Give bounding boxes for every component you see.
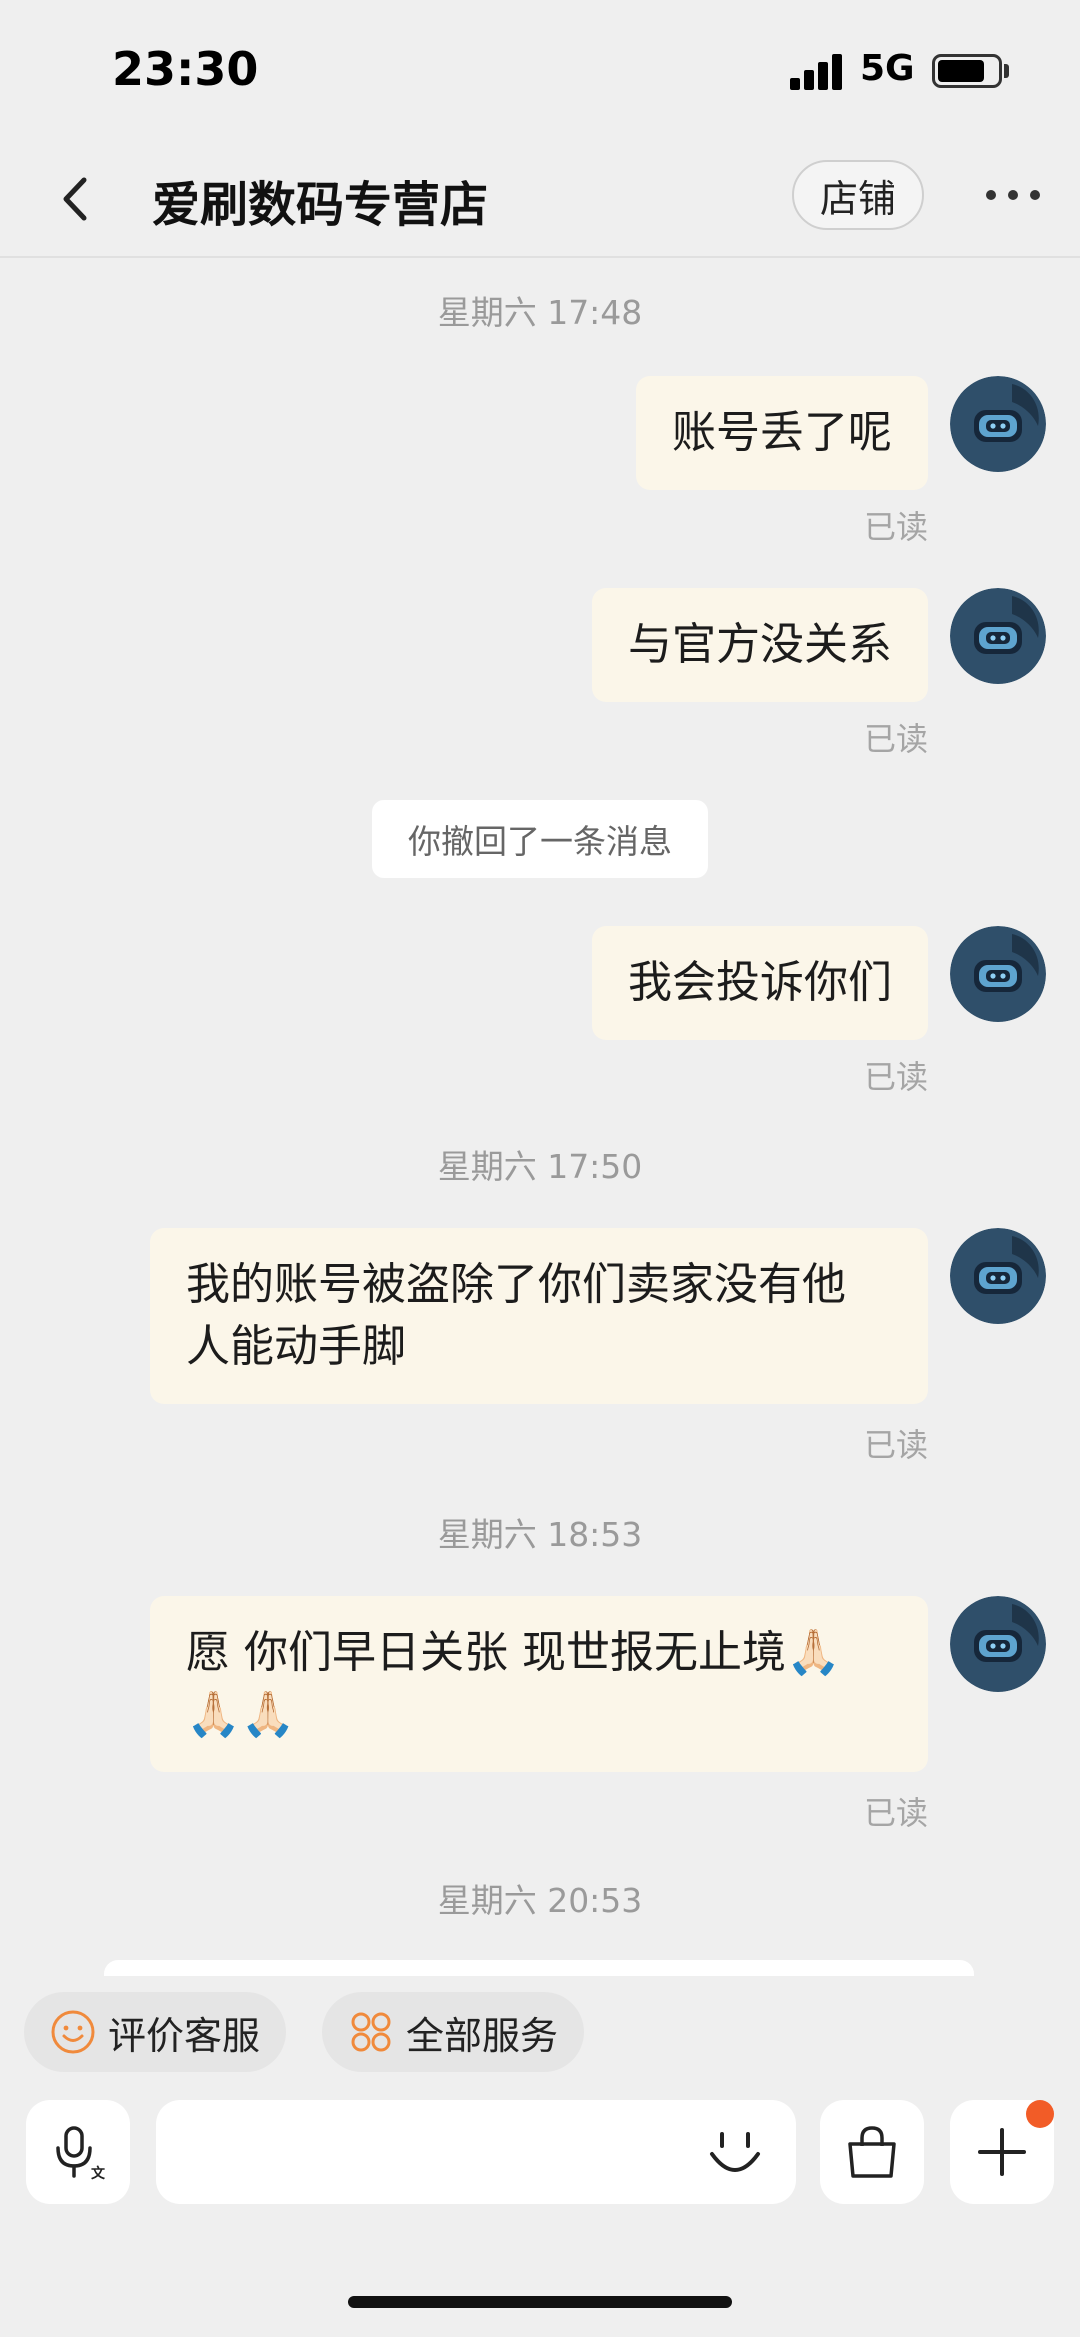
message-line: 愿 你们早日关张 现世报无止境🙏🏻	[186, 1627, 841, 1678]
page-title: 爱刷数码专营店	[152, 177, 489, 233]
emoji-icon[interactable]	[706, 2128, 764, 2178]
chip-label: 全部服务	[406, 2013, 559, 2058]
message-line: 🙏🏻🙏🏻	[186, 1689, 296, 1740]
chevron-left-icon[interactable]	[52, 172, 102, 226]
notification-dot	[1026, 2100, 1054, 2128]
home-indicator[interactable]	[348, 2296, 732, 2308]
message-bubble[interactable]: 我会投诉你们	[592, 926, 928, 1040]
message-bubble[interactable]: 账号丢了呢	[636, 376, 928, 490]
message-input[interactable]	[156, 2100, 796, 2204]
grid-services-icon	[351, 2012, 391, 2052]
message-bubble[interactable]: 与官方没关系	[592, 588, 928, 702]
timestamp: 星期六 18:53	[437, 1515, 643, 1554]
robot-avatar-icon	[950, 588, 1046, 684]
avatar[interactable]	[950, 926, 1046, 1022]
read-status: 已读	[863, 1426, 928, 1464]
read-status: 已读	[863, 508, 928, 546]
message-line: 人能动手脚	[186, 1321, 406, 1372]
message-bubble[interactable]: 愿 你们早日关张 现世报无止境🙏🏻 🙏🏻🙏🏻	[150, 1596, 928, 1772]
robot-avatar-icon	[950, 926, 1046, 1022]
avatar[interactable]	[950, 1228, 1046, 1324]
avatar[interactable]	[950, 588, 1046, 684]
more-dots-icon[interactable]	[986, 190, 1040, 204]
message-line: 我的账号被盗除了你们卖家没有他	[186, 1259, 846, 1310]
voice-translate-icon: 文	[56, 2126, 106, 2182]
chip-label: 评价客服	[108, 2013, 261, 2058]
card-preview-edge	[104, 1960, 974, 1976]
robot-avatar-icon	[950, 1228, 1046, 1324]
message-list[interactable]: 星期六 17:48 账号丢了呢 已读 与官方没关系 已读 你撤回了一条消息 我会…	[0, 260, 1080, 1976]
timestamp: 星期六 17:50	[437, 1147, 643, 1186]
status-time: 23:30	[112, 42, 259, 96]
shop-button[interactable]: 店铺	[792, 160, 924, 230]
shopping-bag-icon	[848, 2126, 896, 2178]
read-status: 已读	[863, 1794, 928, 1832]
smile-icon	[51, 2010, 95, 2054]
avatar[interactable]	[950, 376, 1046, 472]
read-status: 已读	[863, 720, 928, 758]
read-status: 已读	[863, 1058, 928, 1096]
recall-notice: 你撤回了一条消息	[372, 800, 708, 878]
robot-avatar-icon	[950, 376, 1046, 472]
chat-screen: 23:30 5G 爱刷数码专营店 店铺 星期六 17:48 账号丢了呢 已读 与…	[0, 0, 1080, 2337]
robot-avatar-icon	[950, 1596, 1046, 1692]
avatar[interactable]	[950, 1596, 1046, 1692]
svg-text:文: 文	[91, 2165, 106, 2182]
voice-button[interactable]: 文	[26, 2100, 130, 2204]
network-label: 5G	[860, 48, 915, 89]
status-bar: 23:30 5G	[0, 0, 1080, 140]
battery-icon	[932, 54, 1002, 88]
shopping-bag-button[interactable]	[820, 2100, 924, 2204]
nav-bar: 爱刷数码专营店 店铺	[0, 140, 1080, 258]
message-bubble[interactable]: 我的账号被盗除了你们卖家没有他 人能动手脚	[150, 1228, 928, 1404]
timestamp: 星期六 17:48	[437, 293, 643, 332]
signal-icon	[790, 52, 844, 90]
rate-service-button[interactable]: 评价客服	[24, 1992, 287, 2072]
plus-icon	[978, 2128, 1026, 2176]
battery-tip	[1004, 64, 1009, 78]
timestamp: 星期六 20:53	[437, 1881, 643, 1920]
all-services-button[interactable]: 全部服务	[322, 1992, 585, 2072]
